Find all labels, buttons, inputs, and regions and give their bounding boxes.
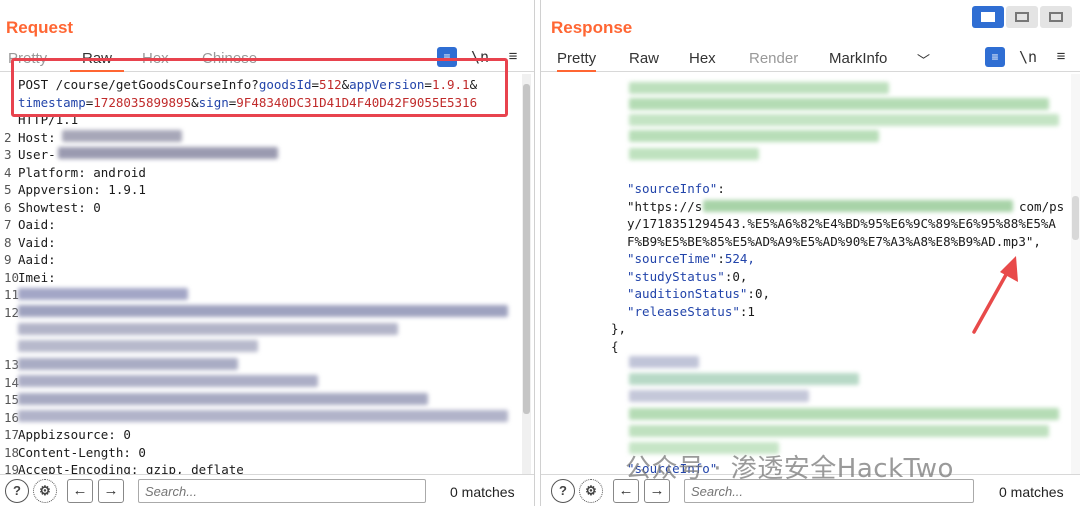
redacted-json <box>629 390 809 402</box>
request-header-line: Host: <box>18 129 56 145</box>
redacted-json <box>629 98 1049 110</box>
json-line: y/1718351294543.%E5%A6%82%E4%BD%95%E6%9C… <box>627 216 1056 231</box>
json-line: "auditionStatus":0, <box>627 286 771 301</box>
redacted-line-15 <box>18 393 428 405</box>
redacted-line-13 <box>18 358 238 370</box>
redacted-json <box>629 356 699 368</box>
line-number: 2 <box>4 129 12 145</box>
tab-render[interactable]: Render <box>749 50 798 67</box>
line-number: 18 <box>4 444 20 460</box>
request-search-input[interactable] <box>138 479 426 503</box>
request-header-line: Content-Length: 0 <box>18 444 146 460</box>
line-number: 5 <box>4 182 12 197</box>
redacted-json <box>629 82 889 94</box>
line-number: 8 <box>4 234 12 250</box>
single-pane-layout-icon[interactable] <box>1040 6 1072 28</box>
response-title: Response <box>551 18 633 37</box>
request-header-line: Imei: <box>18 269 56 285</box>
help-icon[interactable]: ? <box>5 479 29 503</box>
redacted-json <box>629 425 1049 437</box>
newline-toggle[interactable]: \n <box>1018 47 1038 67</box>
response-scroll-thumb[interactable] <box>1072 196 1079 240</box>
split-vertical-layout-icon[interactable] <box>972 6 1004 28</box>
line-number: 9 <box>4 252 12 267</box>
line-number: 12 <box>4 304 20 320</box>
line-number: 19 <box>4 462 20 474</box>
request-bottom-bar: ? ⚙ ← → 0 matches <box>0 474 534 506</box>
tab-raw[interactable]: Raw <box>629 50 659 67</box>
line-number: 17 <box>4 427 20 442</box>
redacted-json <box>629 373 859 385</box>
redacted-json <box>629 408 1059 420</box>
redacted-user-agent <box>58 147 278 159</box>
tab-pretty[interactable]: Pretty <box>557 50 597 72</box>
line-number: 13 <box>4 357 20 372</box>
redacted-line-12 <box>18 305 508 317</box>
request-pane: Request Pretty Raw Hex Chinese ≡ \n ≡ PO… <box>0 0 535 506</box>
json-line: F%B9%E5%BE%85%E5%AD%A9%E5%AD%90%E7%A3%A8… <box>627 233 1041 249</box>
redacted-json <box>629 114 1059 126</box>
json-line: "studyStatus":0, <box>627 268 748 284</box>
line-number: 11 <box>4 287 20 302</box>
hamburger-menu-icon[interactable]: ≡ <box>1051 47 1071 67</box>
redacted-line-14 <box>18 375 318 387</box>
redacted-json <box>629 148 759 160</box>
json-line: "releaseStatus":1 <box>627 303 755 319</box>
json-line: }, <box>611 321 627 336</box>
prev-match-icon[interactable]: ← <box>67 479 93 503</box>
redacted-line-16 <box>18 410 508 422</box>
next-match-icon[interactable]: → <box>98 479 124 503</box>
help-icon[interactable]: ? <box>551 479 575 503</box>
request-scroll-thumb[interactable] <box>523 84 530 414</box>
line-number: 6 <box>4 199 12 215</box>
request-header-line: Appbizsource: 0 <box>18 427 131 442</box>
redacted-line-11 <box>18 288 188 300</box>
redacted-line-12b <box>18 323 398 335</box>
json-line: com/ps <box>1019 198 1065 214</box>
request-line-highlight <box>11 58 508 117</box>
request-header-line: Vaid: <box>18 234 56 250</box>
line-number: 15 <box>4 392 20 407</box>
redacted-line-12c <box>18 340 258 352</box>
layout-toggle-group <box>972 6 1072 28</box>
request-header-line: Showtest: 0 <box>18 199 101 215</box>
line-number: 4 <box>4 164 12 180</box>
request-header-line: Aaid: <box>18 252 56 267</box>
json-line: "sourceInfo": <box>627 181 725 196</box>
response-matches-count: 0 matches <box>999 484 1064 500</box>
redacted-json <box>629 130 879 142</box>
split-horizontal-layout-icon[interactable] <box>1006 6 1038 28</box>
response-scrollbar[interactable] <box>1071 74 1080 474</box>
watermark: 公众号 · 渗透安全HackTwo <box>625 454 954 484</box>
settings-gear-icon[interactable]: ⚙ <box>579 479 603 503</box>
tab-hex[interactable]: Hex <box>689 50 716 67</box>
request-editor[interactable]: POST /course/getGoodsCourseInfo?goodsId=… <box>0 74 534 474</box>
request-header-line: Appversion: 1.9.1 <box>18 182 146 197</box>
redacted-url-host <box>703 200 1013 212</box>
request-matches-count: 0 matches <box>450 484 515 500</box>
tab-markinfo[interactable]: MarkInfo <box>829 50 887 67</box>
settings-gear-icon[interactable]: ⚙ <box>33 479 57 503</box>
line-number: 10 <box>4 269 20 285</box>
line-number: 7 <box>4 217 12 232</box>
pretty-print-icon[interactable]: ≡ <box>985 47 1005 67</box>
json-line: { <box>611 338 619 354</box>
line-number: 14 <box>4 374 20 390</box>
redacted-host <box>62 130 182 142</box>
request-header-line: Platform: android <box>18 164 146 180</box>
request-title: Request <box>6 18 74 37</box>
request-header-line: Accept-Encoding: gzip, deflate <box>18 462 244 474</box>
json-line: "https://s <box>627 198 703 214</box>
annotation-arrow-icon <box>972 256 1018 334</box>
json-line: "sourceTime":524, <box>627 251 755 266</box>
line-number: 3 <box>4 147 12 162</box>
tabs-dropdown-chevron-icon[interactable]: ﹀ <box>917 50 930 69</box>
request-header-line: Oaid: <box>18 217 56 232</box>
line-number: 16 <box>4 409 20 425</box>
request-header-line: User- <box>18 147 56 162</box>
request-scrollbar[interactable] <box>522 74 531 474</box>
